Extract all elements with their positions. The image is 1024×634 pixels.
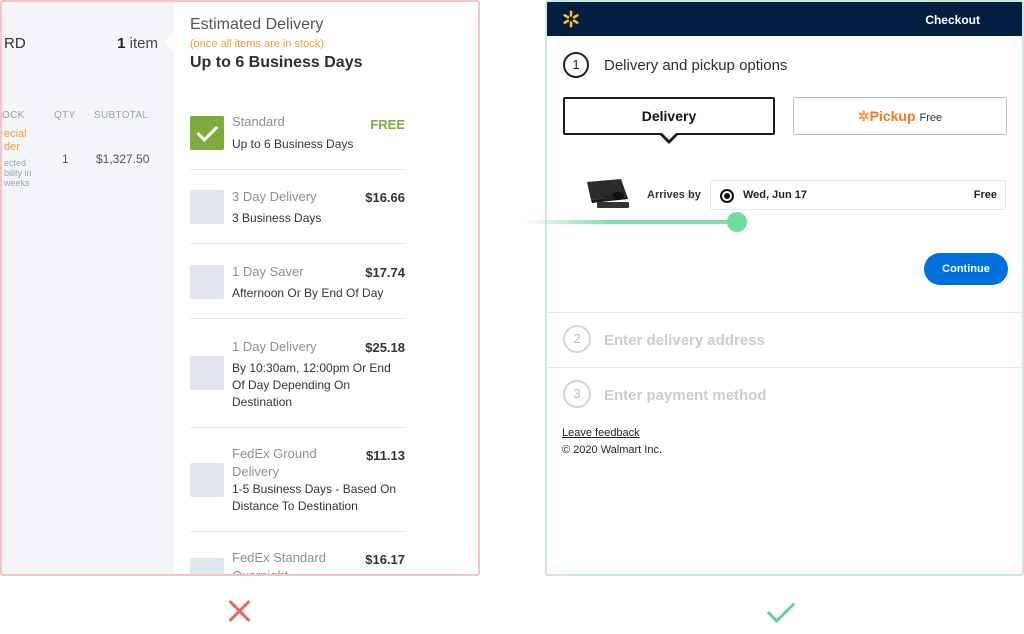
panel-notch [164,32,174,52]
shipping-option-1-day-saver[interactable]: 1 Day Saver Afternoon Or By End Of Day $… [190,244,405,319]
qty-column-header: QTY [54,110,76,121]
option-price: $11.13 [365,448,405,463]
checkbox-icon[interactable] [190,558,224,574]
shipping-option-fedex-overnight[interactable]: FedEx Standard Overnight $16.17 [190,532,405,576]
option-desc: By 10:30am, 12:00pm Or End Of Day Depend… [232,361,391,409]
option-name: 3 Day Delivery [232,189,317,204]
step-3-number: 3 [563,380,591,408]
checkmark-icon [766,594,796,624]
row-subtotal: $1,327.50 [96,152,150,166]
shipping-option-standard[interactable]: Standard Up to 6 Business Days FREE [190,96,405,170]
checkbox-icon[interactable] [190,265,224,299]
cart-summary: RD 1 item OCK QTY SUBTOTAL ecial der ect… [2,2,174,574]
subtotal-column-header: SUBTOTAL [94,110,149,121]
cross-icon [226,598,252,624]
availability-note: ected bility in weeks [4,158,32,188]
shipping-option-1-day[interactable]: 1 Day Delivery By 10:30am, 12:00pm Or En… [190,319,405,428]
step-3-title: Enter payment method [604,387,767,404]
connector-line [522,220,738,224]
item-count: 1 item [117,35,158,52]
option-price: $16.66 [365,190,405,205]
divider [547,312,1022,313]
step-2-title: Enter delivery address [604,332,765,349]
leave-feedback-link[interactable]: Leave feedback [562,427,640,439]
walmart-spark-icon [563,10,579,28]
divider [547,367,1022,368]
delivery-tab[interactable]: Delivery [563,97,775,135]
option-name: 1 Day Saver [232,264,304,279]
option-name: FedEx Ground Delivery [232,446,317,479]
checkout-header: Checkout [547,2,1022,36]
option-price: $17.74 [365,265,405,280]
option-price: $25.18 [365,340,405,355]
option-desc: Afternoon Or By End Of Day [232,286,384,300]
product-thumbnail [587,179,629,208]
pickup-label: Pickup [869,108,916,124]
option-name: 1 Day Delivery [232,339,317,354]
pickup-free-label: Free [919,112,943,124]
checkbox-icon[interactable] [190,356,224,390]
checkbox-icon[interactable] [190,463,224,497]
cart-header: RD 1 item [2,32,174,56]
step-1-title: Delivery and pickup options [604,57,788,74]
checkbox-checked-icon[interactable] [190,116,224,150]
delivery-price: Free [973,189,997,201]
shipping-option-fedex-ground[interactable]: FedEx Ground Delivery 1-5 Business Days … [190,428,405,532]
estimated-delivery-title: Estimated Delivery [190,16,324,33]
option-name: FedEx Standard Overnight [232,550,326,576]
arrives-by-label: Arrives by [647,189,701,201]
continue-button[interactable]: Continue [924,253,1008,285]
caret-down-icon [660,133,678,144]
step-1-number: 1 [563,52,589,78]
cart-title: RD [4,35,26,52]
good-example-panel: Checkout 1 Delivery and pickup options D… [545,0,1024,576]
checkbox-icon[interactable] [190,190,224,224]
spark-icon: ✲ [857,108,870,124]
option-desc: 3 Business Days [232,211,322,225]
pickup-tab[interactable]: ✲Pickup Free [793,97,1007,135]
page-title: Checkout [925,13,980,27]
shipping-option-3-day[interactable]: 3 Day Delivery 3 Business Days $16.66 [190,170,405,244]
stock-column-header: OCK [2,110,25,121]
option-desc: 1-5 Business Days - Based On Distance To… [232,482,397,513]
delivery-date: Wed, Jun 17 [743,189,807,201]
option-desc: Up to 6 Business Days [232,137,354,151]
step-2-number: 2 [563,325,591,353]
row-qty: 1 [62,152,69,166]
radio-selected-icon[interactable] [720,189,734,203]
stock-status: ecial der [4,128,27,153]
option-price: FREE [370,117,405,132]
option-name: Standard [232,114,285,129]
option-price: $16.17 [365,552,405,567]
connector-dot [727,212,747,232]
copyright-text: © 2020 Walmart Inc. [562,444,663,456]
delivery-date-option[interactable]: Wed, Jun 17 Free [710,180,1006,210]
shipping-options: Estimated Delivery (once all items are i… [174,2,478,576]
bad-example-panel: RD 1 item OCK QTY SUBTOTAL ecial der ect… [0,0,480,576]
stock-note: (once all items are in stock) [190,38,324,50]
estimated-days: Up to 6 Business Days [190,54,363,71]
